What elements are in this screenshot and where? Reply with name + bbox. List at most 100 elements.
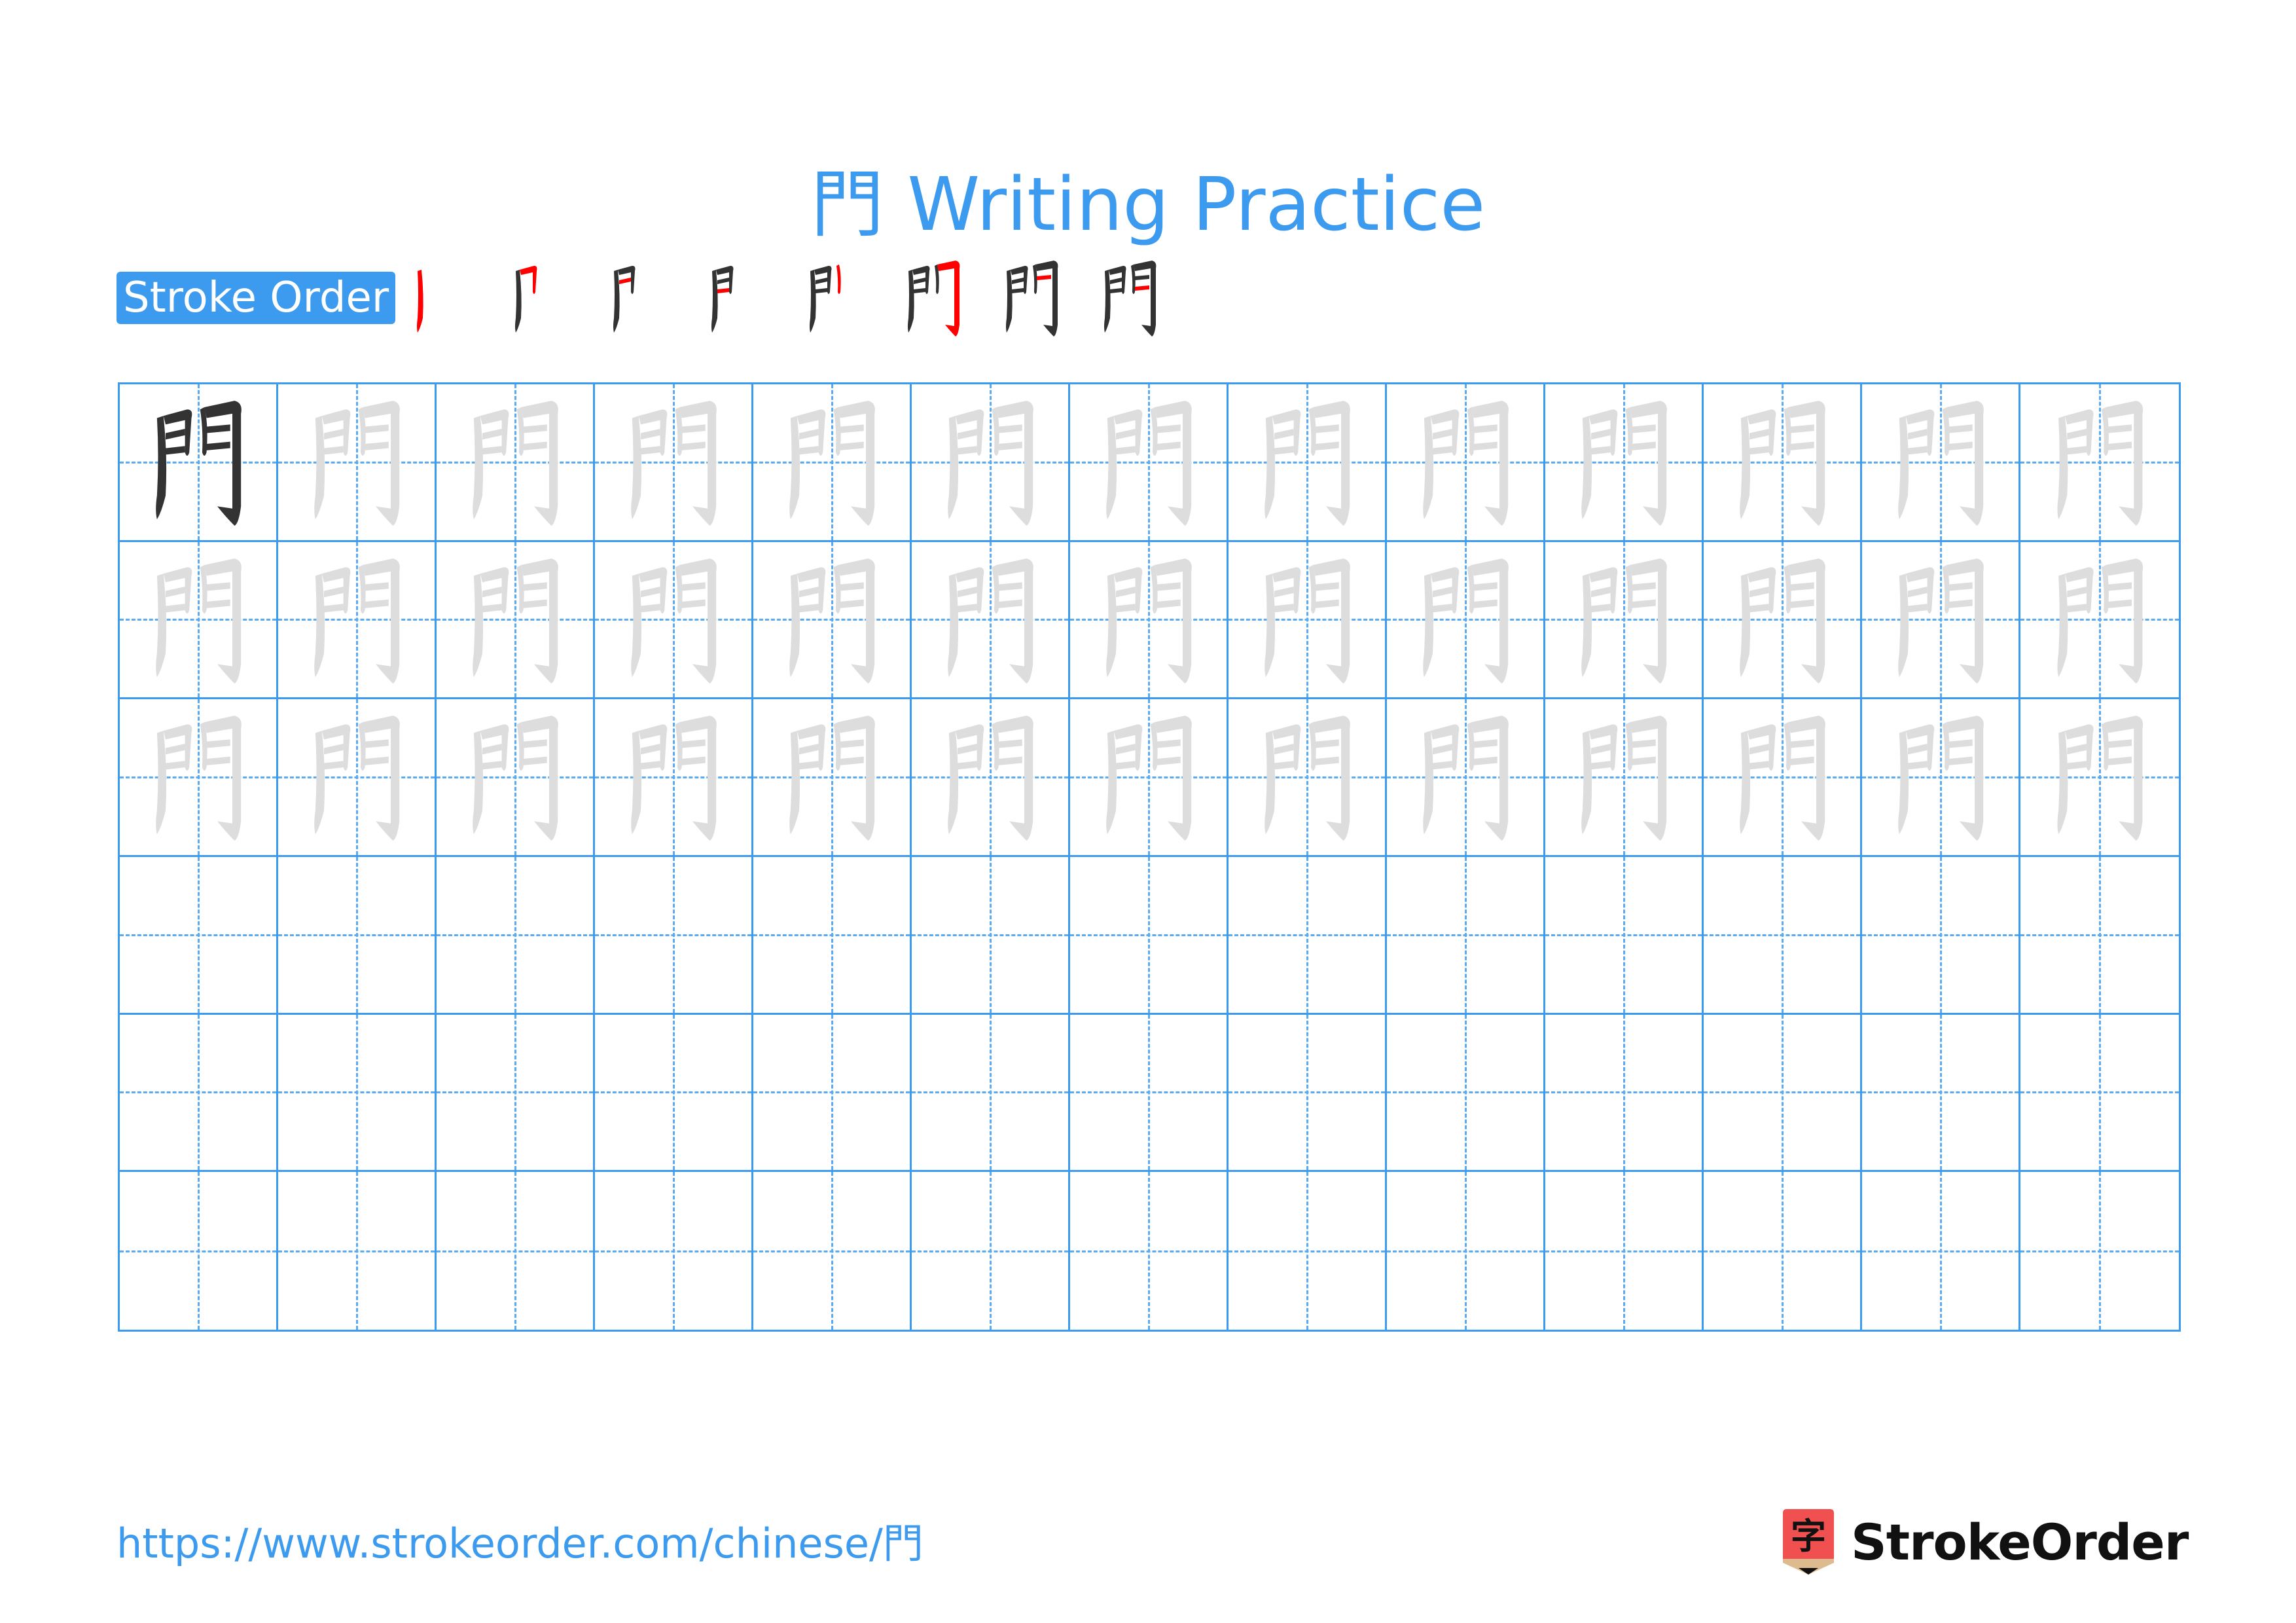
blank-practice-cell[interactable] [753,1172,912,1330]
trace-character-cell[interactable] [2020,384,2179,542]
trace-character-cell[interactable] [753,541,912,700]
blank-practice-cell[interactable] [1070,1172,1229,1330]
trace-character-cell[interactable] [1229,541,1387,700]
blank-practice-cell[interactable] [912,857,1070,1015]
blank-practice-cell[interactable] [595,857,753,1015]
trace-character-cell[interactable] [278,384,437,542]
trace-character-cell[interactable] [1704,384,1862,542]
blank-practice-cell[interactable] [120,1014,278,1173]
blank-practice-cell[interactable] [595,1014,753,1173]
blank-practice-cell[interactable] [120,857,278,1015]
trace-character-cell[interactable] [1862,384,2020,542]
trace-character-cell[interactable] [1070,541,1229,700]
blank-practice-cell[interactable] [1070,1014,1229,1173]
stroke [641,761,660,770]
trace-character-cell[interactable] [278,699,437,857]
stroke [1315,424,1339,433]
blank-practice-cell[interactable] [1704,1014,1862,1173]
trace-character-cell[interactable] [912,384,1070,542]
trace-character-cell[interactable] [2020,541,2179,700]
trace-character-cell[interactable] [1704,699,1862,857]
trace-character-cell[interactable] [595,699,753,857]
trace-character-cell[interactable] [1545,699,1704,857]
stroke [1948,424,1973,433]
trace-character-cell[interactable] [437,541,595,700]
blank-practice-cell[interactable] [1862,1172,2020,1330]
trace-character-cell[interactable] [595,541,753,700]
blank-practice-cell[interactable] [437,1014,595,1173]
stroke [799,603,819,612]
horizontal-guide-line [1704,1091,1860,1094]
blank-practice-cell[interactable] [1229,857,1387,1015]
blank-practice-cell[interactable] [1387,1172,1545,1330]
blank-practice-cell[interactable] [1545,857,1704,1015]
blank-practice-cell[interactable] [1545,1172,1704,1330]
blank-practice-cell[interactable] [278,1172,437,1330]
trace-character-cell[interactable] [1545,541,1704,700]
character-glyph [1581,401,1667,526]
strokeorder-logo[interactable]: 字 StrokeOrder [1779,1506,2189,1578]
trace-character-cell[interactable] [1070,699,1229,857]
stroke [482,586,502,597]
blank-practice-cell[interactable] [1070,857,1229,1015]
character-glyph [1898,716,1984,841]
blank-practice-cell[interactable] [278,857,437,1015]
blank-practice-cell[interactable] [120,1172,278,1330]
trace-character-cell[interactable] [1229,384,1387,542]
trace-character-cell[interactable] [1229,699,1387,857]
blank-practice-cell[interactable] [2020,1014,2179,1173]
blank-practice-cell[interactable] [1229,1014,1387,1173]
trace-character-cell[interactable] [1387,541,1545,700]
horizontal-guide-line [278,1091,435,1094]
blank-practice-cell[interactable] [2020,857,2179,1015]
blank-practice-cell[interactable] [912,1172,1070,1330]
trace-character-cell[interactable] [120,541,278,700]
stroke [1106,416,1117,520]
trace-character-cell[interactable] [278,541,437,700]
stroke [998,581,1022,591]
trace-character-cell[interactable] [1387,699,1545,857]
stroke [1012,288,1024,293]
trace-character-cell[interactable] [437,384,595,542]
blank-practice-cell[interactable] [1545,1014,1704,1173]
trace-character-cell[interactable] [1070,384,1229,542]
blank-practice-cell[interactable] [1704,857,1862,1015]
blank-practice-cell[interactable] [437,1172,595,1330]
trace-character-cell[interactable] [1545,384,1704,542]
stroke [996,401,1033,526]
stroke [1473,599,1498,608]
trace-character-cell[interactable] [1387,384,1545,542]
stroke [914,278,926,284]
blank-practice-cell[interactable] [1387,857,1545,1015]
footer-url-link[interactable]: https://www.strokeorder.com/chinese/門 [117,1518,924,1570]
blank-practice-cell[interactable] [753,857,912,1015]
stroke [1423,573,1434,677]
trace-character-cell[interactable] [912,699,1070,857]
stroke [1274,446,1294,455]
trace-character-cell[interactable] [1704,541,1862,700]
blank-practice-cell[interactable] [1387,1014,1545,1173]
trace-character-cell[interactable] [437,699,595,857]
blank-practice-cell[interactable] [595,1172,753,1330]
blank-practice-cell[interactable] [912,1014,1070,1173]
stroke [314,731,325,835]
blank-practice-cell[interactable] [2020,1172,2179,1330]
blank-practice-cell[interactable] [278,1014,437,1173]
trace-character-cell[interactable] [2020,699,2179,857]
stroke [1591,744,1611,755]
blank-practice-cell[interactable] [1704,1172,1862,1330]
trace-character-cell[interactable] [753,699,912,857]
trace-character-cell[interactable] [912,541,1070,700]
model-character-cell[interactable] [120,384,278,542]
trace-character-cell[interactable] [595,384,753,542]
trace-character-cell[interactable] [753,384,912,542]
blank-practice-cell[interactable] [1862,1014,2020,1173]
blank-practice-cell[interactable] [753,1014,912,1173]
trace-character-cell[interactable] [1862,541,2020,700]
stroke [363,716,400,841]
blank-practice-cell[interactable] [1229,1172,1387,1330]
blank-practice-cell[interactable] [437,857,595,1015]
trace-character-cell[interactable] [1862,699,2020,857]
blank-practice-cell[interactable] [1862,857,2020,1015]
trace-character-cell[interactable] [120,699,278,857]
